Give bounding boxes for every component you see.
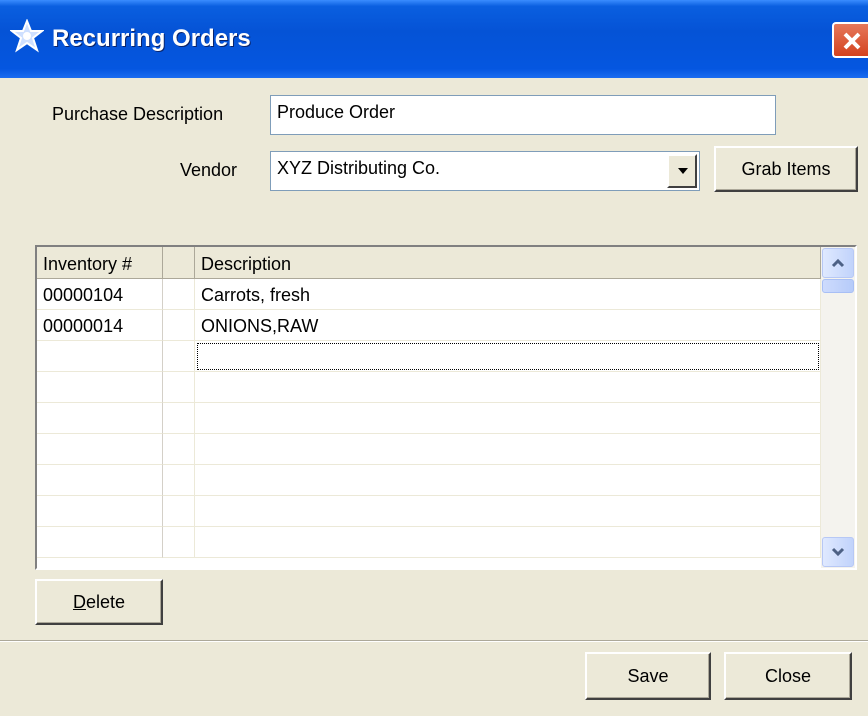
cell-inventory[interactable] <box>37 341 163 372</box>
delete-button[interactable]: Delete <box>35 579 163 625</box>
cell-inventory[interactable] <box>37 403 163 434</box>
delete-label: elete <box>85 592 126 612</box>
cell-blank[interactable] <box>163 310 195 341</box>
chevron-down-icon <box>678 168 688 174</box>
column-header-blank[interactable] <box>163 247 195 279</box>
column-header-description[interactable]: Description <box>195 247 821 279</box>
cell-blank[interactable] <box>163 527 195 558</box>
recurring-orders-window: Recurring Orders Purchase Description Pr… <box>0 0 868 715</box>
cell-blank[interactable] <box>163 465 195 496</box>
chevron-up-icon <box>831 258 845 268</box>
window-title: Recurring Orders <box>52 25 251 52</box>
title-bar[interactable]: Recurring Orders <box>0 0 868 78</box>
cell-description[interactable] <box>195 372 821 403</box>
cell-description[interactable]: Carrots, fresh <box>195 279 821 310</box>
purchase-description-label: Purchase Description <box>52 104 224 124</box>
grab-items-button[interactable]: Grab Items <box>714 146 858 192</box>
delete-mnemonic: D <box>72 592 86 612</box>
vertical-scrollbar[interactable] <box>821 247 855 568</box>
cell-blank[interactable] <box>163 496 195 527</box>
scroll-thumb[interactable] <box>822 279 854 293</box>
close-x-icon <box>843 32 861 50</box>
cell-inventory[interactable] <box>37 434 163 465</box>
vendor-label: Vendor <box>180 160 238 180</box>
cell-description[interactable] <box>195 496 821 527</box>
close-window-button[interactable] <box>832 22 868 58</box>
cell-blank[interactable] <box>163 372 195 403</box>
vendor-selected-value: XYZ Distributing Co. <box>277 158 441 178</box>
cell-inventory[interactable] <box>37 527 163 558</box>
star-app-icon <box>10 19 44 53</box>
cell-inventory[interactable] <box>37 496 163 527</box>
chevron-down-icon <box>831 547 845 557</box>
cell-inventory[interactable]: 00000014 <box>37 310 163 341</box>
close-button[interactable]: Close <box>724 652 852 700</box>
column-header-inventory[interactable]: Inventory # <box>37 247 163 279</box>
save-button[interactable]: Save <box>585 652 711 700</box>
cell-blank[interactable] <box>163 279 195 310</box>
cell-description[interactable]: ONIONS,RAW <box>195 310 821 341</box>
vendor-select[interactable]: XYZ Distributing Co. <box>270 151 700 191</box>
cell-blank[interactable] <box>163 403 195 434</box>
cell-description[interactable] <box>195 341 821 372</box>
cell-description[interactable] <box>195 403 821 434</box>
grid-body: Inventory # Description 00000104 Carrots,… <box>37 247 821 568</box>
cell-blank[interactable] <box>163 341 195 372</box>
scroll-up-button[interactable] <box>822 248 854 278</box>
purchase-description-field[interactable]: Produce Order <box>270 95 776 135</box>
scroll-down-button[interactable] <box>822 537 854 567</box>
cell-inventory[interactable]: 00000104 <box>37 279 163 310</box>
cell-blank[interactable] <box>163 434 195 465</box>
cell-description[interactable] <box>195 434 821 465</box>
cell-description[interactable] <box>195 465 821 496</box>
cell-inventory[interactable] <box>37 465 163 496</box>
vendor-dropdown-button[interactable] <box>667 154 697 188</box>
inventory-grid[interactable]: Inventory # Description 00000104 Carrots,… <box>35 245 857 570</box>
cell-inventory[interactable] <box>37 372 163 403</box>
cell-description[interactable] <box>195 527 821 558</box>
